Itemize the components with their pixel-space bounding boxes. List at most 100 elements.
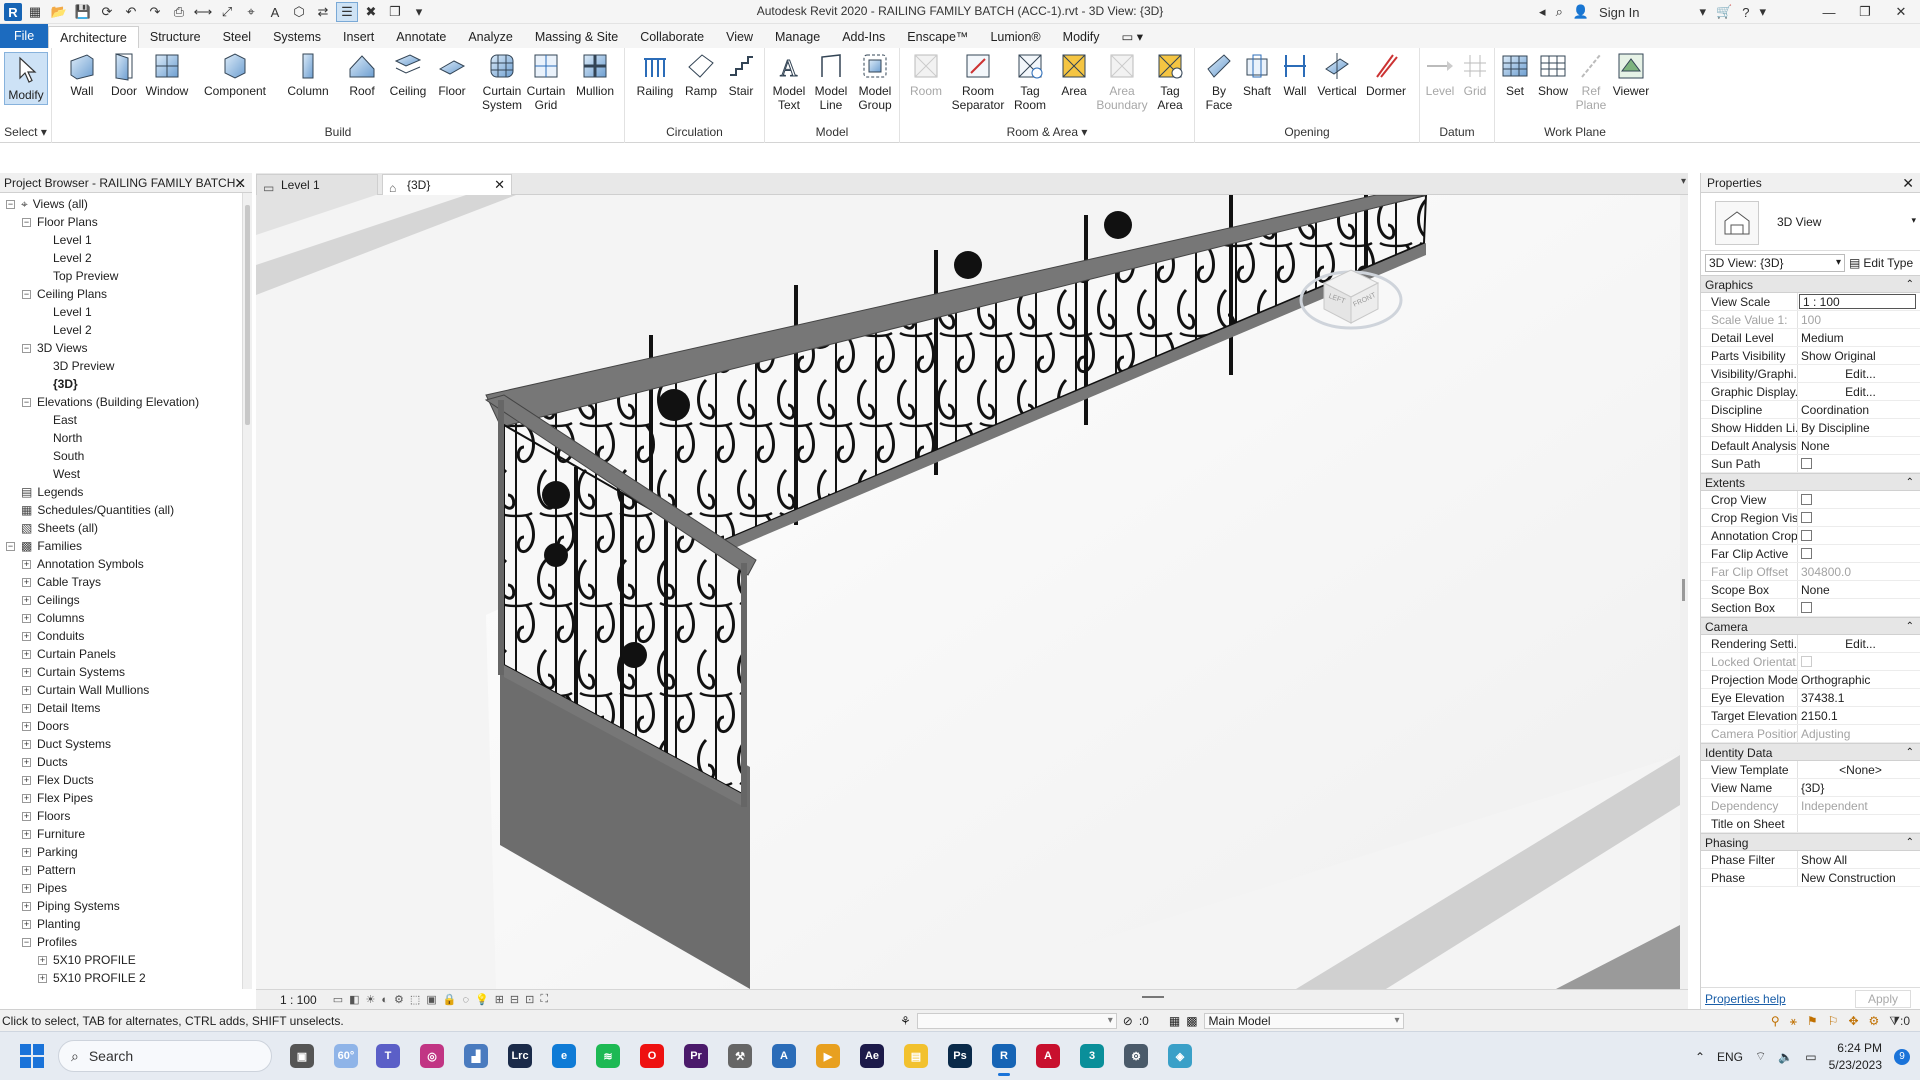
expand-icon[interactable]: + bbox=[22, 793, 31, 803]
collapse-icon[interactable]: − bbox=[22, 937, 31, 947]
weather-icon[interactable]: 60° bbox=[334, 1044, 358, 1068]
tab-insert[interactable]: Insert bbox=[332, 26, 385, 48]
mullion-button[interactable]: Mullion bbox=[572, 51, 618, 98]
property-value[interactable]: None bbox=[1798, 437, 1920, 454]
media-player-icon[interactable]: ▶ bbox=[816, 1044, 840, 1068]
tree-item[interactable]: + Flex Pipes bbox=[22, 789, 93, 807]
tab-view[interactable]: View bbox=[715, 26, 764, 48]
expand-icon[interactable]: + bbox=[22, 577, 31, 587]
measure-icon[interactable]: ⟷ bbox=[192, 2, 214, 22]
switch-windows-icon[interactable]: ❐ bbox=[384, 2, 406, 22]
background-process-icon[interactable]: ⚙ bbox=[1869, 1010, 1880, 1032]
shadows-icon[interactable]: ◐ bbox=[381, 994, 388, 1006]
windows-start-icon[interactable] bbox=[20, 1044, 44, 1068]
expand-icon[interactable]: + bbox=[22, 613, 31, 623]
tree-item[interactable]: − Elevations (Building Elevation) bbox=[22, 393, 199, 411]
checkbox[interactable] bbox=[1801, 602, 1812, 613]
floor-button[interactable]: Floor bbox=[432, 51, 472, 98]
help-icon[interactable]: ? bbox=[1742, 5, 1749, 20]
chart-app-icon[interactable]: ▟ bbox=[464, 1044, 488, 1068]
drag-on-selection-icon[interactable]: ✥ bbox=[1848, 1010, 1858, 1032]
tree-item[interactable]: + Curtain Panels bbox=[22, 645, 116, 663]
reveal-constraints-icon[interactable]: ⛶ bbox=[540, 993, 548, 1006]
detail-level-icon[interactable]: ▭ bbox=[333, 993, 343, 1006]
curtain-grid-button[interactable]: Curtain Grid bbox=[526, 51, 566, 112]
tree-item[interactable]: − Ceiling Plans bbox=[22, 285, 107, 303]
tree-item[interactable]: + Flex Ducts bbox=[22, 771, 94, 789]
editable-only-icon[interactable]: ⊘ bbox=[1123, 1010, 1133, 1032]
room-button[interactable]: Room bbox=[906, 51, 946, 98]
customize-qat-icon[interactable]: ▾ bbox=[408, 2, 430, 22]
home-icon[interactable]: ▦ bbox=[24, 2, 46, 22]
lumion-icon[interactable]: ◈ bbox=[1168, 1044, 1192, 1068]
print-icon[interactable]: ⎙ bbox=[168, 2, 190, 22]
property-value[interactable]: Edit... bbox=[1798, 365, 1920, 382]
checkbox[interactable] bbox=[1801, 512, 1812, 523]
acrobat-icon[interactable]: A bbox=[1036, 1044, 1060, 1068]
spotify-icon[interactable]: ≋ bbox=[596, 1044, 620, 1068]
photoshop-icon[interactable]: Ps bbox=[948, 1044, 972, 1068]
reveal-hidden-icon[interactable]: 💡 bbox=[475, 993, 489, 1006]
close-tab-icon[interactable]: ✕ bbox=[494, 175, 505, 195]
expand-icon[interactable]: + bbox=[22, 757, 31, 767]
tab-systems[interactable]: Systems bbox=[262, 26, 332, 48]
tab-analyze[interactable]: Analyze bbox=[457, 26, 523, 48]
close-window-button[interactable]: ✕ bbox=[1888, 4, 1914, 20]
sync-view-icon[interactable]: ⇄ bbox=[312, 2, 334, 22]
revit-taskbar-icon[interactable]: R bbox=[992, 1044, 1016, 1076]
tree-item[interactable]: +5X10 PROFILE 2 bbox=[38, 969, 146, 987]
collapse-icon[interactable]: ⌃ bbox=[1906, 744, 1914, 762]
tab-lumion[interactable]: Lumion® bbox=[979, 26, 1051, 48]
after-effects-icon[interactable]: Ae bbox=[860, 1044, 884, 1068]
expand-icon[interactable]: + bbox=[22, 919, 31, 929]
collapse-icon[interactable]: ⌃ bbox=[1906, 834, 1914, 852]
design-option-selector[interactable]: Main Model bbox=[1203, 1013, 1404, 1029]
edit-type-button[interactable]: ▤ Edit Type bbox=[1849, 256, 1913, 270]
type-selector[interactable]: 3D View ▾ bbox=[1701, 193, 1920, 251]
close-hidden-icon[interactable]: ✖ bbox=[360, 2, 382, 22]
temporary-hide-icon[interactable]: ◌ bbox=[462, 994, 469, 1006]
text-icon[interactable]: A bbox=[264, 2, 286, 22]
property-value[interactable]: Medium bbox=[1798, 329, 1920, 346]
expand-icon[interactable]: + bbox=[22, 883, 31, 893]
checkbox[interactable] bbox=[1801, 530, 1812, 541]
property-group-header[interactable]: Graphics ⌃ bbox=[1701, 275, 1920, 293]
select-links-icon[interactable]: ⚲ bbox=[1771, 1010, 1780, 1032]
curtain-system-button[interactable]: Curtain System bbox=[480, 51, 524, 112]
tree-item[interactable]: + Duct Systems bbox=[22, 735, 111, 753]
checkbox[interactable] bbox=[1801, 458, 1812, 469]
chevron-down-icon[interactable]: ▾ bbox=[1759, 4, 1766, 20]
horizontal-scroll-marker[interactable] bbox=[1142, 996, 1164, 998]
expand-icon[interactable]: + bbox=[22, 721, 31, 731]
expand-icon[interactable]: + bbox=[22, 649, 31, 659]
property-value[interactable] bbox=[1798, 815, 1920, 832]
area-boundary-button[interactable]: Area Boundary bbox=[1096, 51, 1148, 112]
property-checkbox[interactable] bbox=[1798, 509, 1920, 526]
expand-icon[interactable]: + bbox=[22, 703, 31, 713]
property-checkbox[interactable] bbox=[1798, 491, 1920, 508]
viewcube[interactable]: LEFT FRONT bbox=[1296, 245, 1406, 335]
tree-item[interactable]: − Floor Plans bbox=[22, 213, 98, 231]
tree-item[interactable]: + Piping Systems bbox=[22, 897, 120, 915]
collapse-icon[interactable]: − bbox=[22, 217, 31, 227]
tab-add-ins[interactable]: Add-Ins bbox=[831, 26, 896, 48]
tree-item[interactable]: + Pattern bbox=[22, 861, 76, 879]
tree-item[interactable]: − Profiles bbox=[22, 933, 77, 951]
tree-item[interactable]: + Columns bbox=[22, 609, 84, 627]
property-checkbox[interactable] bbox=[1798, 599, 1920, 616]
property-value[interactable]: 2150.1 bbox=[1798, 707, 1920, 724]
close-icon[interactable]: ✕ bbox=[234, 173, 246, 193]
tab-structure[interactable]: Structure bbox=[139, 26, 212, 48]
tree-item[interactable]: + Curtain Systems bbox=[22, 663, 125, 681]
taskbar-search[interactable]: ⌕ Search bbox=[58, 1040, 272, 1072]
expand-icon[interactable]: + bbox=[22, 829, 31, 839]
wall-opening-button[interactable]: Wall bbox=[1277, 51, 1313, 98]
revit-logo-icon[interactable]: R bbox=[4, 3, 22, 21]
tree-item[interactable]: + Doors bbox=[22, 717, 69, 735]
dormer-button[interactable]: Dormer bbox=[1363, 51, 1409, 98]
wall-button[interactable]: Wall bbox=[62, 51, 102, 98]
tree-item[interactable]: + Furniture bbox=[22, 825, 85, 843]
autocad-icon[interactable]: A bbox=[772, 1044, 796, 1068]
select-by-face-icon[interactable]: ⚐ bbox=[1828, 1010, 1839, 1032]
tree-item[interactable]: South bbox=[38, 447, 84, 465]
